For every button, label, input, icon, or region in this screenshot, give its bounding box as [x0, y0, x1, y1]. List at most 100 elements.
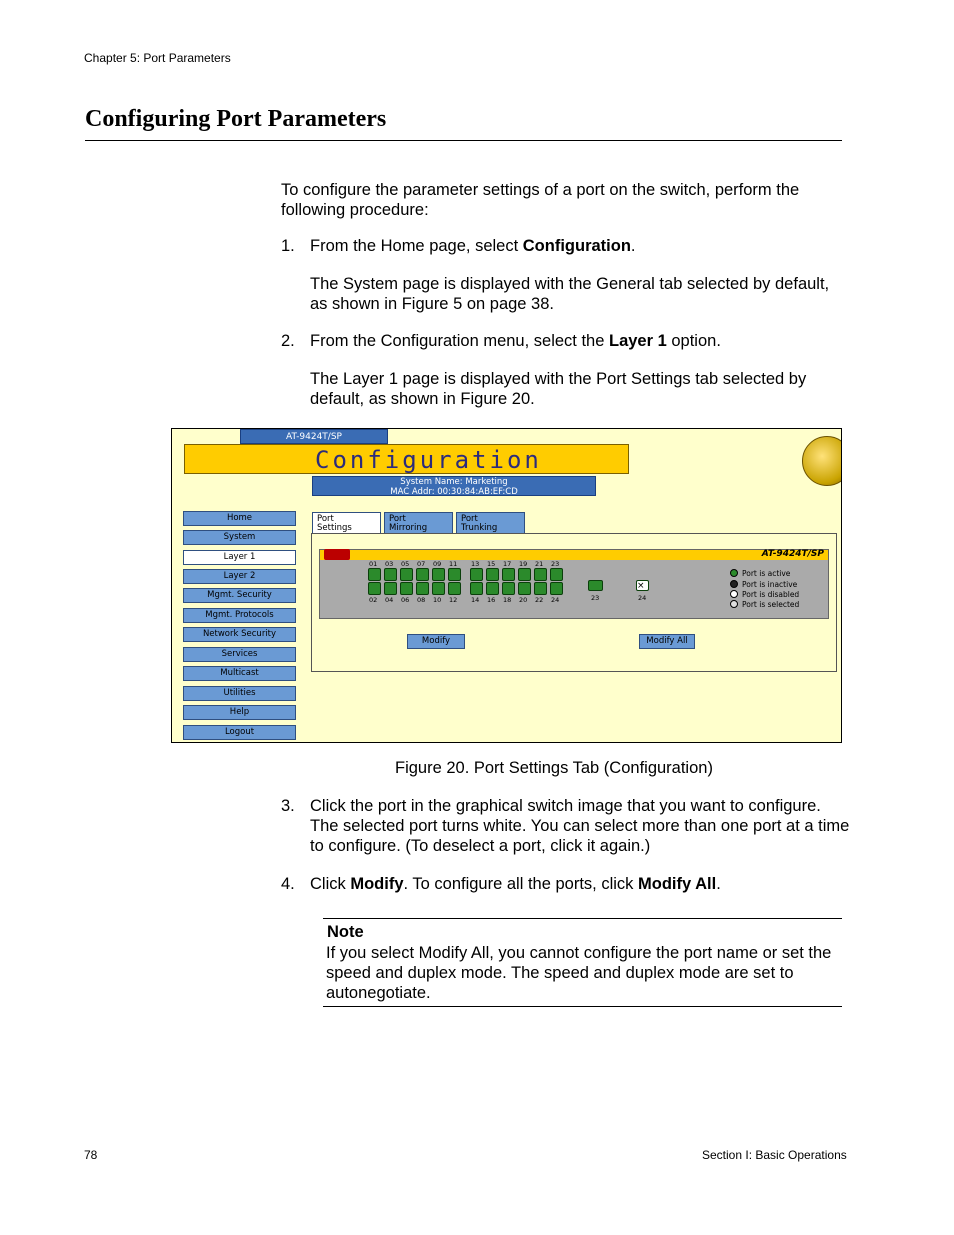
nav-network-security[interactable]: Network Security — [183, 627, 296, 642]
port-label-bottom: 16 — [487, 596, 496, 604]
legend-active-icon — [730, 569, 738, 577]
section-footer: Section I: Basic Operations — [702, 1148, 847, 1162]
port-06[interactable] — [400, 582, 413, 595]
port-20[interactable] — [518, 582, 531, 595]
port-label-top: 13 — [471, 560, 480, 568]
port-09[interactable] — [432, 568, 445, 581]
note-top-rule — [323, 918, 842, 919]
step-1-result: The System page is displayed with the Ge… — [310, 275, 830, 313]
port-12[interactable] — [448, 582, 461, 595]
modify-all-button[interactable]: Modify All — [639, 634, 695, 649]
port-07[interactable] — [416, 568, 429, 581]
port-16[interactable] — [486, 582, 499, 595]
nav-logout[interactable]: Logout — [183, 725, 296, 740]
configuration-title: Configuration — [315, 446, 542, 474]
step-text: Click Modify. To configure all the ports… — [310, 875, 721, 893]
port-11[interactable] — [448, 568, 461, 581]
nav-mgmt-protocols[interactable]: Mgmt. Protocols — [183, 608, 296, 623]
port-label-bottom: 06 — [401, 596, 410, 604]
port-05[interactable] — [400, 568, 413, 581]
system-info-box: System Name: Marketing MAC Addr: 00:30:8… — [312, 476, 596, 497]
port-label-bottom: 02 — [369, 596, 378, 604]
legend-selected-icon — [730, 600, 738, 608]
tab-port-mirroring[interactable]: Port Mirroring — [384, 512, 453, 534]
step-text: From the Configuration menu, select the … — [310, 332, 721, 350]
legend-active: Port is active — [742, 569, 791, 578]
port-label-bottom: 14 — [471, 596, 480, 604]
legend-inactive: Port is inactive — [742, 580, 798, 589]
port-15[interactable] — [486, 568, 499, 581]
sfp-label: 23 — [591, 594, 600, 602]
port-18[interactable] — [502, 582, 515, 595]
switch-top-bar: AT-9424T/SP — [320, 549, 828, 560]
step-number: 3. — [281, 797, 295, 815]
port-23[interactable] — [550, 568, 563, 581]
port-24[interactable] — [550, 582, 563, 595]
step-number: 4. — [281, 875, 295, 893]
tab-port-trunking[interactable]: Port Trunking — [456, 512, 525, 534]
figure-caption: Figure 20. Port Settings Tab (Configurat… — [395, 759, 713, 777]
port-02[interactable] — [368, 582, 381, 595]
nav-system[interactable]: System — [183, 530, 296, 545]
nav-multicast[interactable]: Multicast — [183, 666, 296, 681]
step-text: Click the port in the graphical switch i… — [310, 797, 850, 855]
note-title: Note — [327, 923, 364, 941]
legend-disabled-icon — [730, 590, 738, 598]
port-label-bottom: 12 — [449, 596, 458, 604]
port-label-top: 15 — [487, 560, 496, 568]
port-label-top: 19 — [519, 560, 528, 568]
globe-logo-icon — [802, 436, 841, 486]
legend-disabled: Port is disabled — [742, 590, 800, 599]
port-04[interactable] — [384, 582, 397, 595]
port-label-top: 07 — [417, 560, 426, 568]
port-17[interactable] — [502, 568, 515, 581]
port-settings-figure: AT-9424T/SP Configuration System Name: M… — [171, 428, 842, 743]
port-14[interactable] — [470, 582, 483, 595]
nav-utilities[interactable]: Utilities — [183, 686, 296, 701]
configuration-banner: Configuration — [184, 444, 629, 474]
running-header: Chapter 5: Port Parameters — [84, 51, 231, 65]
step-number: 1. — [281, 237, 295, 255]
switch-model-label: AT-9424T/SP — [761, 549, 824, 559]
port-21[interactable] — [534, 568, 547, 581]
port-label-bottom: 04 — [385, 596, 394, 604]
intro-paragraph: To configure the parameter settings of a… — [281, 181, 800, 219]
nav-help[interactable]: Help — [183, 705, 296, 720]
port-label-top: 23 — [551, 560, 560, 568]
nav-layer2[interactable]: Layer 2 — [183, 569, 296, 584]
step-number: 2. — [281, 332, 295, 350]
port-label-bottom: 18 — [503, 596, 512, 604]
sfp-port-24[interactable]: × — [636, 580, 649, 591]
port-label-top: 01 — [369, 560, 378, 568]
port-label-top: 05 — [401, 560, 410, 568]
port-label-bottom: 10 — [433, 596, 442, 604]
port-label-top: 21 — [535, 560, 544, 568]
port-01[interactable] — [368, 568, 381, 581]
port-03[interactable] — [384, 568, 397, 581]
legend-selected: Port is selected — [742, 600, 800, 609]
port-19[interactable] — [518, 568, 531, 581]
system-name: System Name: Marketing — [400, 477, 508, 487]
nav-layer1[interactable]: Layer 1 — [183, 550, 296, 565]
port-label-bottom: 22 — [535, 596, 544, 604]
port-label-top: 11 — [449, 560, 458, 568]
port-label-bottom: 20 — [519, 596, 528, 604]
nav-mgmt-security[interactable]: Mgmt. Security — [183, 588, 296, 603]
model-tab: AT-9424T/SP — [240, 429, 388, 444]
sfp-label: 24 — [638, 594, 647, 602]
port-10[interactable] — [432, 582, 445, 595]
port-22[interactable] — [534, 582, 547, 595]
tab-port-settings[interactable]: Port Settings — [312, 512, 381, 535]
allied-telesyn-logo-icon — [324, 549, 350, 560]
nav-services[interactable]: Services — [183, 647, 296, 662]
port-08[interactable] — [416, 582, 429, 595]
sfp-port-23[interactable] — [588, 580, 603, 591]
nav-home[interactable]: Home — [183, 511, 296, 526]
port-13[interactable] — [470, 568, 483, 581]
page-number: 78 — [84, 1148, 98, 1162]
modify-button[interactable]: Modify — [407, 634, 465, 649]
title-divider — [85, 140, 842, 141]
mac-address: MAC Addr: 00:30:84:AB:EF:CD — [390, 487, 518, 497]
step-text: From the Home page, select Configuration… — [310, 237, 636, 255]
port-label-top: 17 — [503, 560, 512, 568]
